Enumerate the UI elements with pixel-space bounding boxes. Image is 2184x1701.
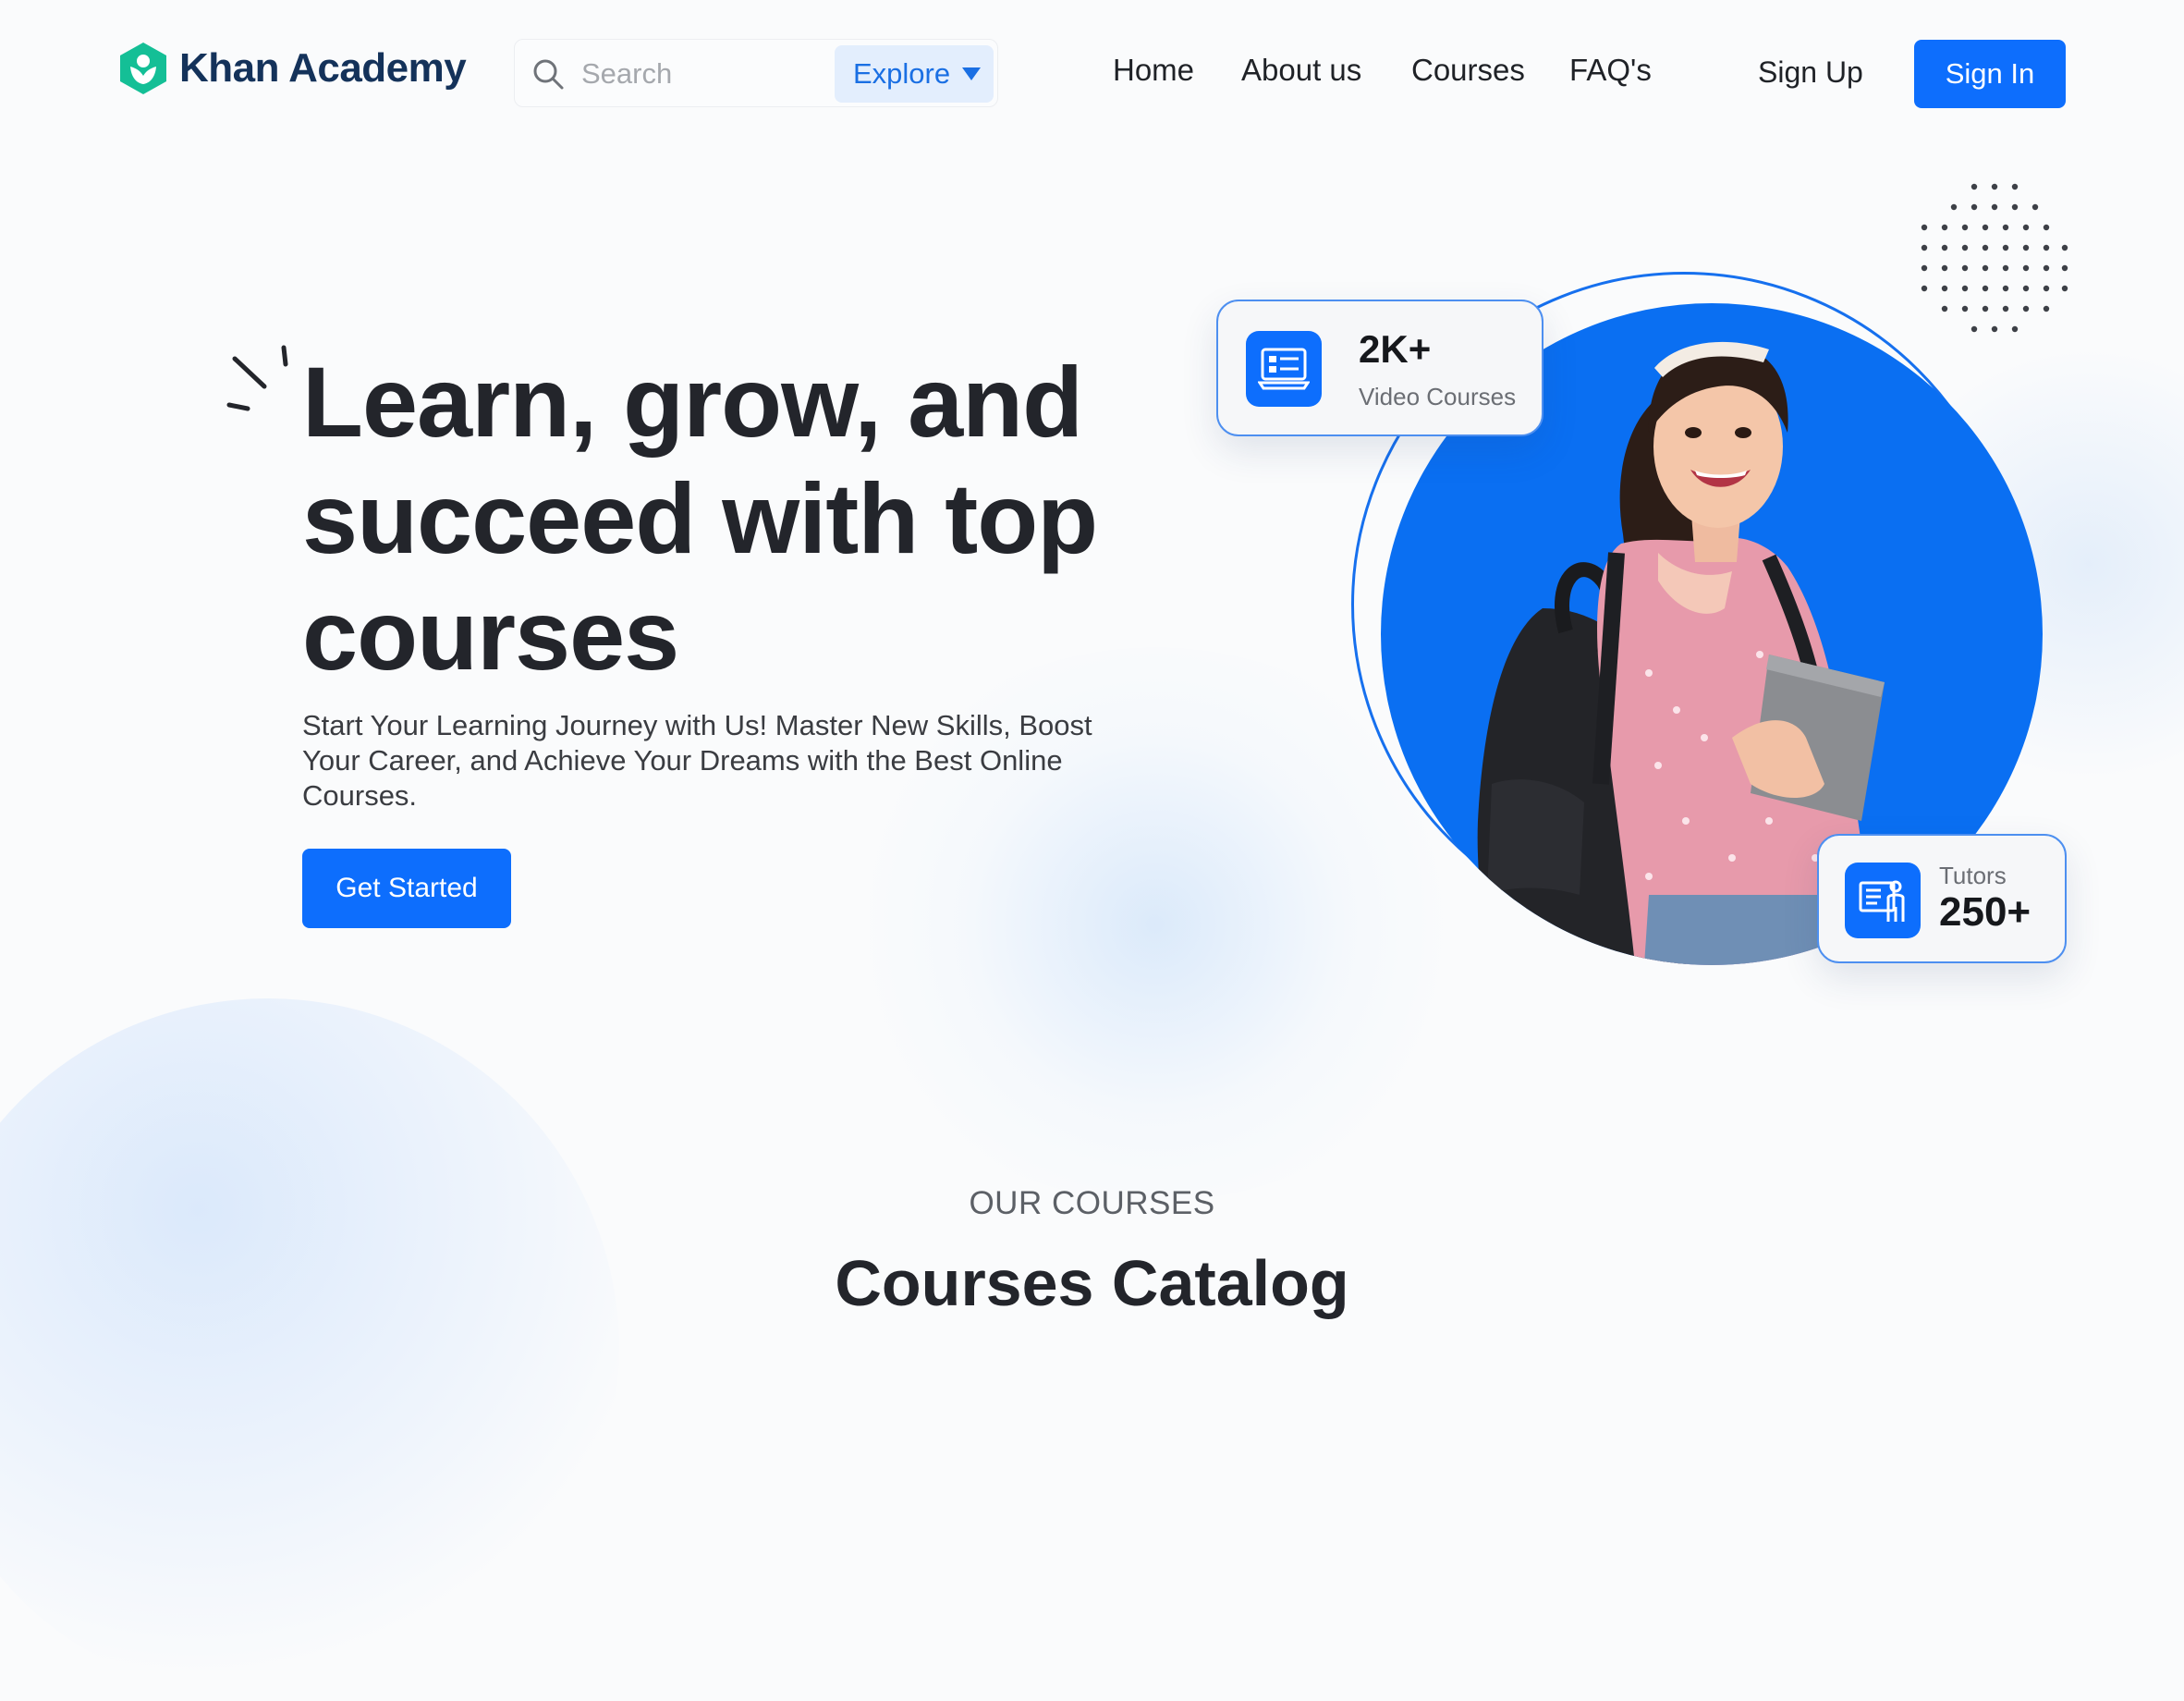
tutor-icon — [1845, 863, 1921, 938]
hero-title: Learn, grow, and succeed with top course… — [302, 346, 1098, 691]
khan-academy-logo-icon — [120, 43, 166, 94]
video-courses-count: 2K+ — [1359, 327, 1432, 371]
nav-home[interactable]: Home — [1113, 53, 1194, 88]
logo[interactable]: Khan Academy — [118, 41, 467, 96]
sign-in-button[interactable]: Sign In — [1914, 40, 2066, 108]
explore-dropdown[interactable]: Explore — [835, 45, 994, 103]
video-course-icon — [1246, 331, 1322, 407]
get-started-button[interactable]: Get Started — [302, 849, 511, 928]
brand-name: Khan Academy — [179, 45, 467, 91]
video-courses-label: Video Courses — [1359, 383, 1517, 410]
explore-label: Explore — [853, 57, 951, 90]
caret-down-icon — [962, 67, 982, 80]
tutors-stat-card: Tutors 250+ — [1817, 834, 2067, 963]
tutors-label: Tutors — [1939, 862, 2007, 889]
hero-subtitle: Start Your Learning Journey with Us! Mas… — [302, 709, 1092, 812]
nav-about-us[interactable]: About us — [1241, 53, 1361, 88]
search-icon — [533, 59, 564, 90]
background-blob — [0, 998, 619, 1701]
video-courses-stat-card: 2K+ Video Courses — [1216, 300, 1543, 436]
section-eyebrow: OUR COURSES — [969, 1185, 1215, 1221]
tutors-count: 250+ — [1939, 889, 2031, 935]
nav-faqs[interactable]: FAQ's — [1569, 53, 1652, 88]
section-title: Courses Catalog — [835, 1247, 1349, 1319]
sign-up-link[interactable]: Sign Up — [1758, 55, 1863, 90]
search-bar: Explore — [514, 39, 998, 107]
sparkle-decoration-icon — [226, 345, 288, 411]
search-input[interactable] — [580, 55, 824, 93]
nav-courses[interactable]: Courses — [1411, 53, 1525, 88]
